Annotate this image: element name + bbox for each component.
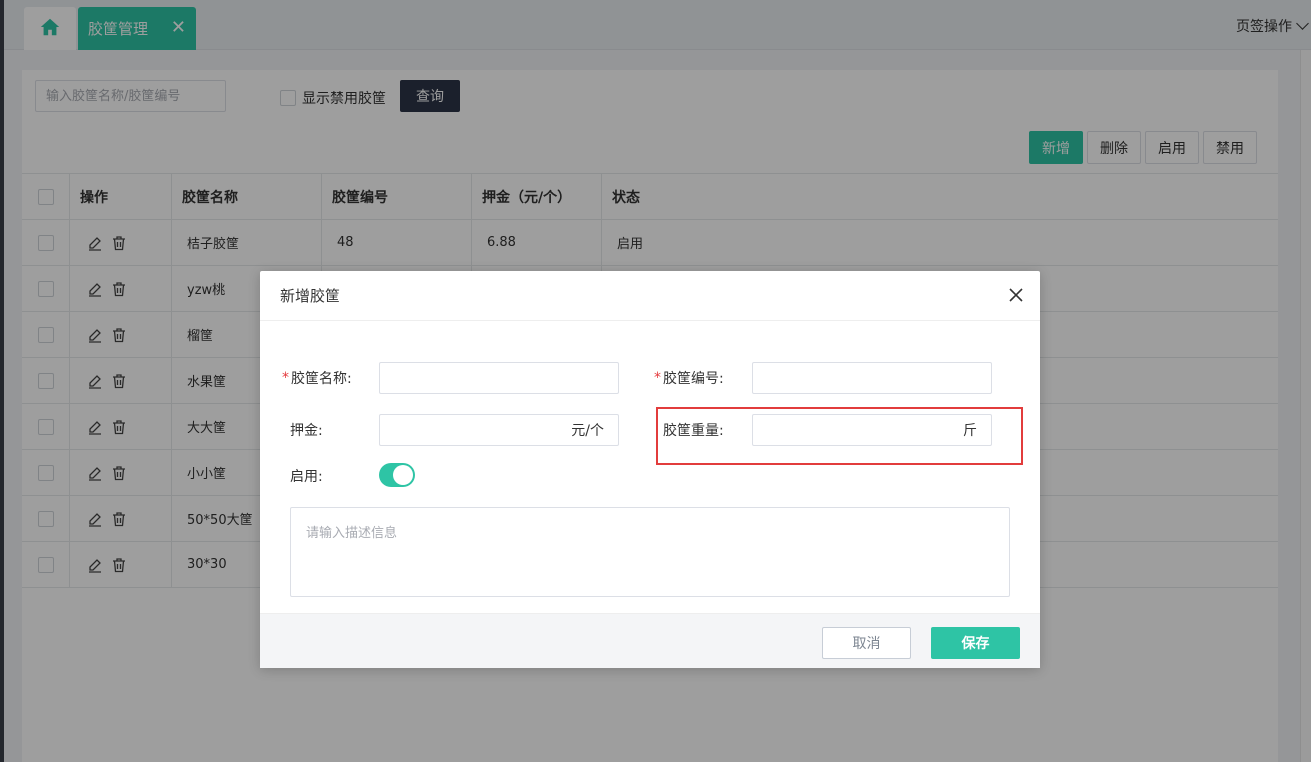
close-icon[interactable] [1008, 287, 1024, 303]
dialog-body: * 胶筐名称: * 胶筐编号: 押金: 元/个 胶筐重量: 斤 启用: 请输入描… [260, 321, 1040, 613]
deposit-label: 押金: [290, 423, 323, 439]
toggle-knob [393, 465, 413, 485]
name-label-text: 胶筐名称: [291, 371, 352, 387]
code-input[interactable] [752, 362, 992, 394]
dialog-footer: 取消 保存 [260, 613, 1040, 668]
code-field-label: * 胶筐编号: [654, 362, 724, 394]
weight-label: 胶筐重量: [663, 423, 724, 439]
deposit-unit: 元/个 [571, 423, 604, 439]
enable-label: 启用: [290, 469, 323, 485]
dialog-header: 新增胶筐 [260, 271, 1040, 321]
required-mark: * [654, 370, 661, 386]
deposit-input[interactable]: 元/个 [379, 414, 619, 446]
required-mark: * [282, 370, 289, 386]
weight-unit: 斤 [963, 423, 977, 439]
enable-toggle[interactable] [379, 463, 415, 487]
weight-input[interactable]: 斤 [752, 414, 992, 446]
name-field-label: * 胶筐名称: [282, 362, 352, 394]
save-button[interactable]: 保存 [931, 627, 1020, 659]
description-textarea[interactable]: 请输入描述信息 [290, 507, 1010, 597]
dialog-title: 新增胶筐 [280, 287, 341, 305]
add-basket-dialog: 新增胶筐 * 胶筐名称: * 胶筐编号: 押金: 元/个 胶筐重量: 斤 启用:… [260, 271, 1040, 668]
code-label-text: 胶筐编号: [663, 371, 724, 387]
cancel-button[interactable]: 取消 [822, 627, 911, 659]
name-input[interactable] [379, 362, 619, 394]
